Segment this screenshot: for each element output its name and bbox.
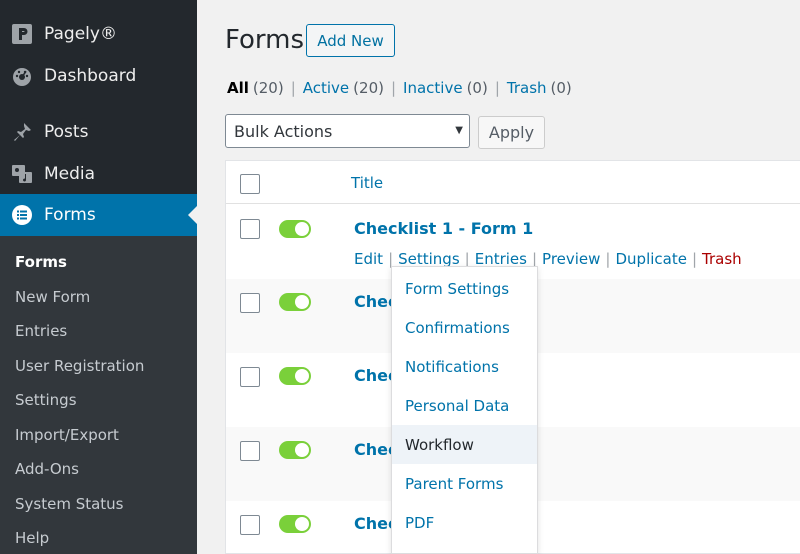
menu-label: Dashboard: [44, 66, 137, 86]
active-toggle[interactable]: [279, 293, 311, 311]
active-toggle[interactable]: [279, 441, 311, 459]
column-header-title[interactable]: Title: [351, 174, 383, 192]
active-toggle[interactable]: [279, 220, 311, 238]
submenu-item-new-form[interactable]: New Form: [15, 288, 90, 306]
table-header: Title: [226, 161, 800, 204]
filter-active[interactable]: Active (20): [303, 79, 384, 97]
menu-label: Media: [44, 164, 96, 184]
preview-link[interactable]: Preview: [542, 250, 600, 268]
active-toggle[interactable]: [279, 515, 311, 533]
separator: |: [691, 250, 698, 268]
row-checkbox[interactable]: [240, 515, 260, 535]
dashboard-icon: [0, 65, 44, 87]
menu-label: Pagely®: [44, 24, 117, 44]
separator: |: [494, 79, 500, 97]
submenu-item-import-export[interactable]: Import/Export: [15, 426, 119, 444]
form-title-link[interactable]: Checklist 1 - Form 1: [354, 219, 533, 238]
pagely-logo-icon: [0, 23, 44, 45]
bulk-actions-select[interactable]: Bulk Actions ▼: [225, 114, 470, 148]
menu-item-media[interactable]: Media: [0, 153, 197, 195]
row-checkbox[interactable]: [240, 441, 260, 461]
edit-link[interactable]: Edit: [354, 250, 383, 268]
dropdown-item-confirmations[interactable]: Confirmations: [392, 308, 537, 347]
dropdown-item-pdf[interactable]: PDF: [392, 503, 537, 542]
add-new-button[interactable]: Add New: [306, 24, 395, 57]
submenu-item-help[interactable]: Help: [15, 529, 49, 547]
active-toggle[interactable]: [279, 367, 311, 385]
dropdown-item-form-settings[interactable]: Form Settings: [392, 269, 537, 308]
menu-item-dashboard[interactable]: Dashboard: [0, 55, 197, 97]
forms-icon: [0, 204, 44, 226]
select-all-checkbox[interactable]: [240, 174, 260, 194]
separator: |: [605, 250, 611, 268]
submenu-item-add-ons[interactable]: Add-Ons: [15, 460, 79, 478]
filter-inactive[interactable]: Inactive (0): [403, 79, 488, 97]
trash-link[interactable]: Trash: [702, 250, 742, 268]
submenu-item-user-registration[interactable]: User Registration: [15, 357, 144, 375]
submenu-item-entries[interactable]: Entries: [15, 322, 67, 340]
row-checkbox[interactable]: [240, 293, 260, 313]
settings-dropdown-menu: Form Settings Confirmations Notification…: [391, 266, 538, 554]
apply-button[interactable]: Apply: [478, 116, 545, 149]
submenu-item-system-status[interactable]: System Status: [15, 495, 124, 513]
separator: |: [290, 79, 296, 97]
menu-label: Posts: [44, 122, 89, 142]
dropdown-item-workflow[interactable]: Workflow: [392, 425, 537, 464]
dropdown-item-personal-data[interactable]: Personal Data: [392, 386, 537, 425]
bulk-actions-value: Bulk Actions: [234, 121, 333, 141]
submenu-item-forms[interactable]: Forms: [15, 253, 67, 271]
page-title: Forms: [225, 25, 305, 55]
status-filter-links: All (20) | Active (20) | Inactive (0) | Tra…: [227, 79, 572, 97]
dropdown-arrow-icon: ▼: [455, 125, 463, 136]
menu-label: Forms: [44, 205, 96, 225]
admin-sidebar: Pagely® Dashboard Posts Media Forms Form…: [0, 0, 197, 554]
media-icon: [0, 163, 44, 185]
submenu-item-settings[interactable]: Settings: [15, 391, 77, 409]
filter-all[interactable]: All (20): [227, 79, 284, 97]
pushpin-icon: [0, 121, 44, 143]
separator: |: [390, 79, 397, 97]
menu-item-posts[interactable]: Posts: [0, 111, 197, 153]
row-checkbox[interactable]: [240, 367, 260, 387]
menu-item-pagely[interactable]: Pagely®: [0, 13, 197, 55]
dropdown-item-parent-forms[interactable]: Parent Forms: [392, 464, 537, 503]
row-checkbox[interactable]: [240, 219, 260, 239]
duplicate-link[interactable]: Duplicate: [615, 250, 686, 268]
forms-submenu: Forms New Form Entries User Registration…: [0, 236, 197, 554]
filter-trash[interactable]: Trash (0): [507, 79, 572, 97]
menu-item-forms[interactable]: Forms: [0, 194, 197, 236]
dropdown-item-notifications[interactable]: Notifications: [392, 347, 537, 386]
